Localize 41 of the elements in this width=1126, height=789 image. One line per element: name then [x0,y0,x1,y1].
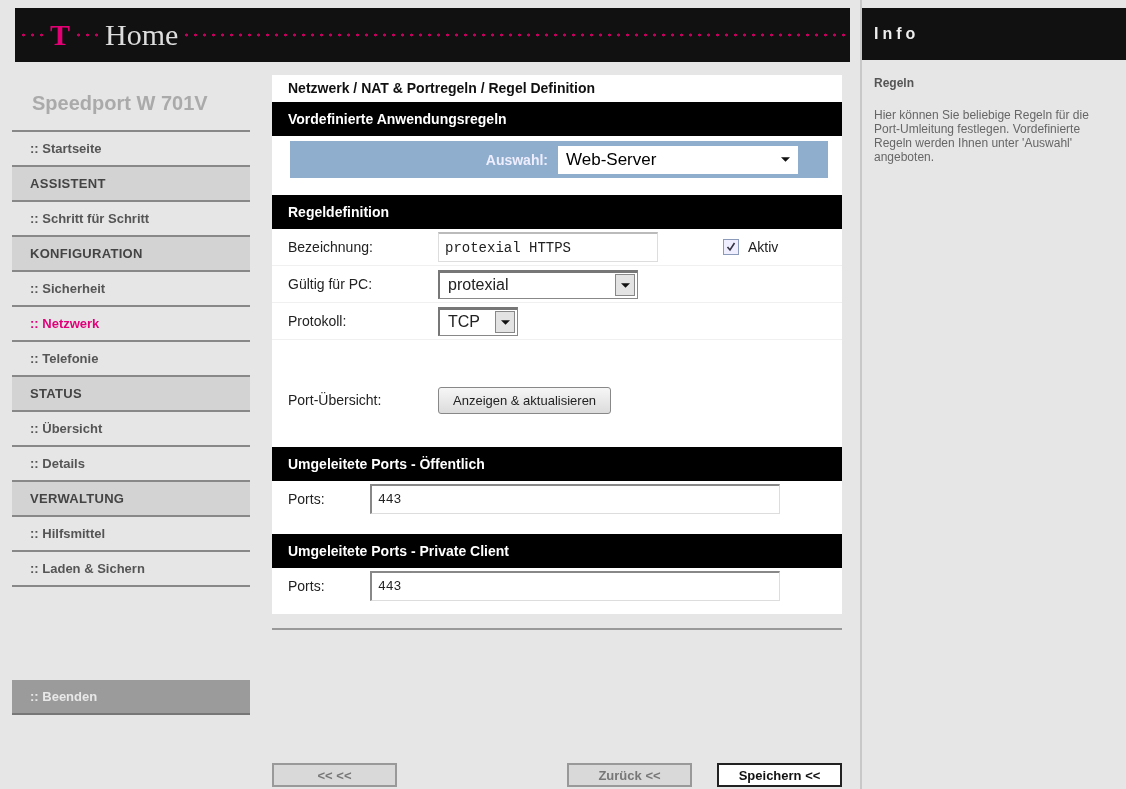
device-title: Speedport W 701V [12,75,250,132]
field-label: Bezeichnung: [288,239,374,255]
sidebar-group-heading: KONFIGURATION [12,237,250,272]
section-header: Regeldefinition [272,195,842,229]
input-field[interactable]: 443 [370,484,780,514]
section-header: Umgeleitete Ports - Private Client [272,534,842,568]
selector-label: Auswahl: [485,151,548,168]
sidebar-item[interactable]: :: Laden & Sichern [12,552,250,587]
field-label: Port-Übersicht: [288,392,383,408]
panel-title: Info [862,8,1126,60]
input-field[interactable]: 443 [370,571,780,601]
sidebar-item[interactable]: :: Hilfsmittel [12,517,250,552]
field-label: Gültig für PC: [288,276,374,292]
sidebar-group-heading: VERWALTUNG [12,482,250,517]
logo-mark: T [50,18,70,52]
checkbox-label: Aktiv [748,239,779,255]
caret-icon [620,282,630,288]
input-field[interactable]: protexial HTTPS [438,232,658,262]
breadcrumb: Netzwerk / NAT & Portregeln / Regel Definition [287,79,596,98]
sidebar-item[interactable]: :: Netzwerk [12,307,250,342]
sidebar-item[interactable]: :: Sicherheit [12,272,250,307]
info-text: Hier können Sie beliebige Regeln für die Port-Umleitung festlegen. Vordefinierte Regeln werden Ihnen unter 'Auswahl' angeboten. [873,107,1090,164]
nav-button[interactable]: Speichern << [717,763,842,787]
info-heading: Regeln [873,75,915,90]
field-label: Protokoll: [288,313,348,329]
dropdown[interactable]: Web-Server [558,145,798,174]
caret-icon [781,157,790,162]
checkmark-icon [726,242,736,252]
section-header: Umgeleitete Ports - Öffentlich [272,447,842,481]
caret-icon [500,319,510,325]
refresh-button[interactable]: Anzeigen & aktualisieren [438,386,612,414]
sidebar-group-heading: ASSISTENT [12,167,250,202]
field-label: Ports: [288,578,326,594]
section-header: Vordefinierte Anwendungsregeln [272,102,842,136]
checkbox[interactable] [723,239,739,255]
sidebar-group-heading: STATUS [12,377,250,412]
field-label: Ports: [288,491,326,507]
logo-text: Home [105,18,179,52]
dropdown[interactable]: protexial [438,269,638,299]
dropdown[interactable]: TCP [438,306,518,336]
sidebar-item[interactable]: :: Übersicht [12,412,250,447]
